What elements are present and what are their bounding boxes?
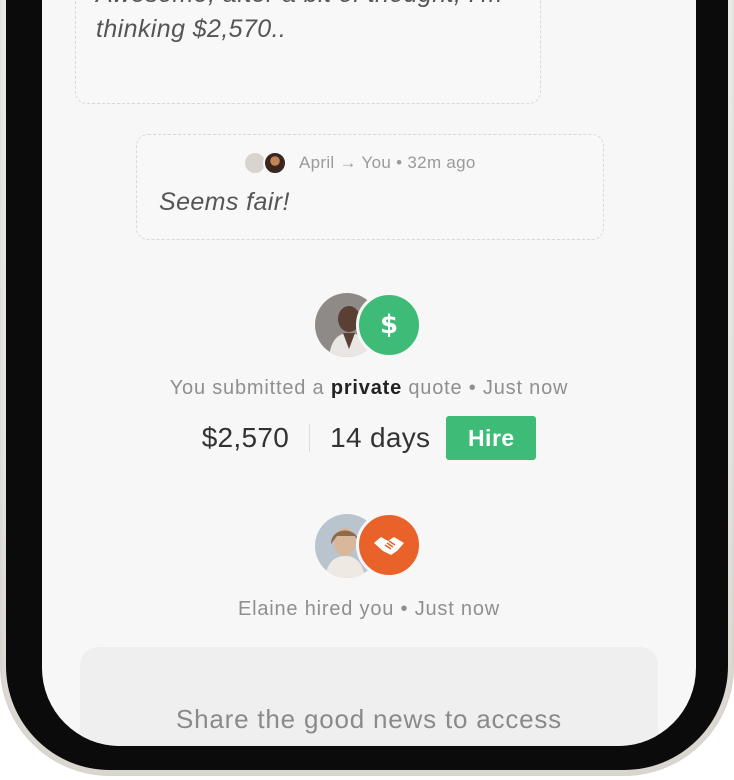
message-text-line: Awesome, after a bit of thought, I'm: [96, 0, 502, 12]
quote-amount: $2,570: [201, 422, 290, 453]
hire-button[interactable]: Hire: [446, 416, 537, 460]
activity-caption: You submitted a private quote • Just now: [42, 377, 696, 400]
message-text: Seems fair!: [159, 188, 290, 216]
caption-text: quote • Just now: [402, 377, 569, 399]
activity-caption: Elaine hired you • Just now: [237, 598, 501, 620]
dollar-icon: $: [356, 292, 422, 358]
message-meta-text: April → You • 32m ago: [299, 153, 476, 172]
message-meta: April → You • 32m ago: [243, 151, 476, 175]
message-card: April → You • 32m ago Seems fair!: [136, 134, 604, 240]
handshake-icon: [356, 512, 422, 578]
divider: [309, 424, 311, 452]
quote-duration: 14 days: [330, 422, 431, 453]
chat-screen: Awesome, after a bit of thought, I'm thi…: [42, 0, 696, 746]
avatar: [263, 151, 287, 175]
handshake-glyph: [374, 537, 404, 555]
caption-emphasis: private: [330, 377, 402, 399]
quote-summary: $2,570 14 days Hire: [42, 416, 696, 460]
caption-text: You submitted a: [169, 377, 331, 399]
share-text: Share the good news to access: [176, 704, 562, 734]
message-card: Awesome, after a bit of thought, I'm thi…: [75, 0, 541, 104]
share-panel[interactable]: Share the good news to access: [80, 647, 658, 746]
message-text: Awesome, after a bit of thought, I'm thi…: [96, 0, 502, 47]
message-text-line: thinking $2,570..: [96, 15, 287, 43]
